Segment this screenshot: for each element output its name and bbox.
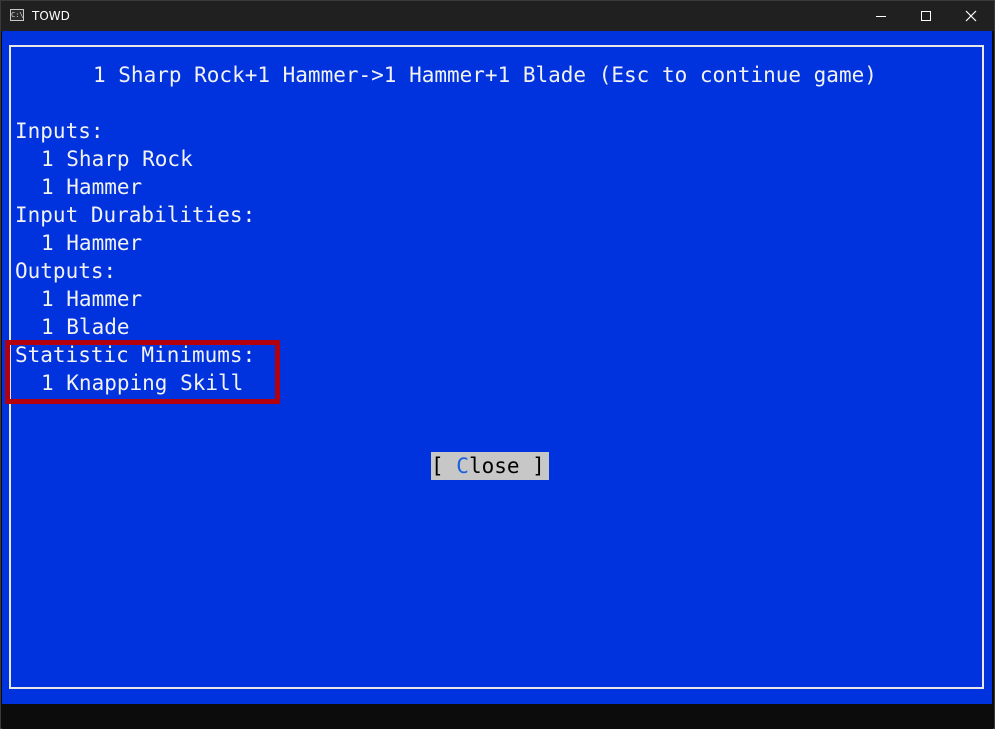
close-dialog-button[interactable]: [ Close ]: [431, 452, 549, 480]
close-button-hotkey: C: [456, 454, 469, 478]
input-item: 1 Hammer: [41, 175, 143, 199]
console-area: 1 Sharp Rock+1 Hammer->1 Hammer+1 Blade …: [2, 31, 992, 704]
close-icon: [965, 10, 977, 22]
window-title: TOWD: [32, 9, 70, 23]
outputs-header: Outputs:: [15, 259, 117, 283]
close-button-prefix: [: [431, 454, 457, 478]
input-item: 1 Sharp Rock: [41, 147, 193, 171]
maximize-button[interactable]: [903, 1, 949, 31]
close-button-label: lose ]: [468, 454, 545, 478]
output-item: 1 Blade: [41, 315, 130, 339]
output-item: 1 Hammer: [41, 287, 143, 311]
dialog-title: 1 Sharp Rock+1 Hammer->1 Hammer+1 Blade …: [93, 63, 877, 87]
highlight-annotation: [5, 340, 280, 404]
inputs-header: Inputs:: [15, 119, 104, 143]
maximize-icon: [921, 11, 931, 21]
durability-item: 1 Hammer: [41, 231, 143, 255]
console-app-icon: C:\: [10, 9, 24, 21]
close-window-button[interactable]: [948, 1, 994, 31]
minimize-icon: [876, 16, 886, 17]
terminal-window: C:\ TOWD 1 Sharp Rock+1 Hammer->1 Hammer…: [0, 0, 995, 729]
console-bottom-strip: [2, 704, 993, 729]
input-durabilities-header: Input Durabilities:: [15, 203, 256, 227]
title-bar[interactable]: C:\ TOWD: [1, 1, 994, 31]
minimize-button[interactable]: [858, 1, 904, 31]
